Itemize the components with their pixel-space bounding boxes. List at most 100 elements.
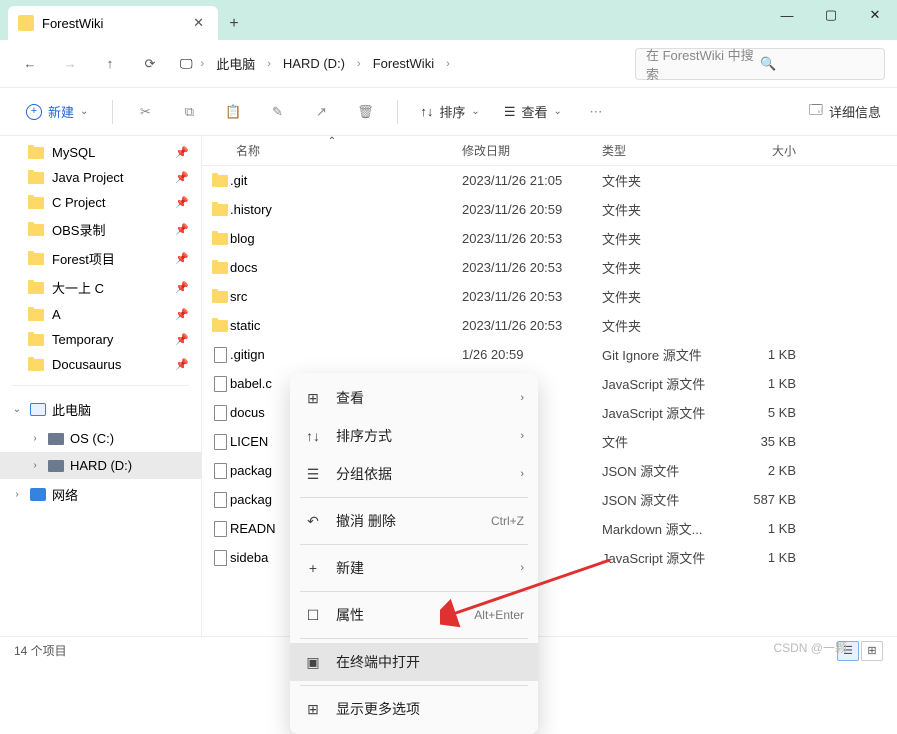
address-bar[interactable]: 🖵 › 此电脑 › HARD (D:) › ForestWiki ›	[172, 52, 631, 75]
paste-icon[interactable]: 📋	[215, 94, 251, 130]
file-size: 1 KB	[732, 347, 812, 362]
drive-icon	[48, 460, 64, 472]
forward-button[interactable]: →	[52, 46, 88, 82]
chevron-right-icon: ›	[520, 468, 524, 480]
file-row[interactable]: static2023/11/26 20:53文件夹	[202, 311, 897, 340]
context-menu: ⊞ 查看 › ↑↓ 排序方式 › ☰ 分组依据 › ↶ 撤消 删除 Ctrl+Z…	[290, 373, 538, 734]
ctx-new[interactable]: + 新建 ›	[290, 549, 538, 587]
sidebar-item[interactable]: Forest项目 📌	[0, 244, 201, 273]
pin-icon[interactable]: 📌	[175, 171, 189, 184]
pin-icon[interactable]: 📌	[175, 333, 189, 346]
grid-view-toggle[interactable]: ⊞	[861, 641, 883, 661]
new-tab-button[interactable]: +	[218, 8, 250, 40]
folder-icon	[212, 262, 228, 274]
file-date: 2023/11/26 20:59	[462, 202, 602, 217]
sidebar-item[interactable]: C Project📌	[0, 190, 201, 215]
sidebar-item[interactable]: A📌	[0, 302, 201, 327]
sidebar-item[interactable]: Temporary📌	[0, 327, 201, 352]
breadcrumb[interactable]: ForestWiki	[369, 54, 438, 73]
ctx-open-terminal[interactable]: ▣ 在终端中打开	[290, 643, 538, 681]
ctx-group[interactable]: ☰ 分组依据 ›	[290, 455, 538, 493]
search-input[interactable]: 在 ForestWiki 中搜索 🔍	[635, 48, 885, 80]
refresh-button[interactable]: ⟳	[132, 46, 168, 82]
file-row[interactable]: blog2023/11/26 20:53文件夹	[202, 224, 897, 253]
chevron-right-icon[interactable]: ›	[28, 460, 42, 471]
view-button[interactable]: ☰ 查看 ⌄	[496, 96, 570, 127]
column-date[interactable]: 修改日期	[462, 142, 602, 159]
file-type: JSON 源文件	[602, 461, 732, 480]
delete-icon[interactable]: 🗑	[347, 94, 383, 130]
file-row[interactable]: src2023/11/26 20:53文件夹	[202, 282, 897, 311]
pin-icon[interactable]: 📌	[175, 223, 189, 236]
sidebar-item-thispc[interactable]: ⌄ 此电脑	[0, 394, 201, 425]
rename-icon[interactable]: ✎	[259, 94, 295, 130]
sidebar: MySQL📌Java Project📌C Project📌OBS录制📌Fores…	[0, 136, 202, 636]
close-icon[interactable]: ✕	[189, 15, 208, 31]
file-row[interactable]: .git2023/11/26 21:05文件夹	[202, 166, 897, 195]
chevron-down-icon[interactable]: ⌄	[10, 404, 24, 415]
tab[interactable]: ForestWiki ✕	[8, 6, 218, 40]
sort-button[interactable]: ↑↓ 排序 ⌄	[412, 96, 487, 127]
view-icon: ☰	[504, 104, 516, 120]
chevron-right-icon: ›	[520, 430, 524, 442]
column-name[interactable]: ⌃ 名称	[202, 142, 462, 159]
file-date: 2023/11/26 20:53	[462, 231, 602, 246]
monitor-icon: 🖵	[180, 56, 193, 72]
up-button[interactable]: ↑	[92, 46, 128, 82]
close-button[interactable]: ✕	[853, 0, 897, 30]
back-button[interactable]: ←	[12, 46, 48, 82]
folder-icon	[28, 334, 44, 346]
ctx-properties[interactable]: ☐ 属性 Alt+Enter	[290, 596, 538, 634]
terminal-icon: ▣	[304, 653, 322, 671]
file-size: 1 KB	[732, 550, 812, 565]
minimize-button[interactable]: —	[765, 0, 809, 30]
file-date: 2023/11/26 20:53	[462, 260, 602, 275]
ctx-more-options[interactable]: ⊞ 显示更多选项	[290, 690, 538, 728]
file-name: static	[230, 318, 462, 333]
cut-icon[interactable]: ✂	[127, 94, 163, 130]
more-icon[interactable]: ⋯	[578, 94, 614, 130]
file-row[interactable]: .gitign1/26 20:59Git Ignore 源文件1 KB	[202, 340, 897, 369]
details-button[interactable]: 🗔 详细信息	[809, 101, 881, 123]
breadcrumb[interactable]: HARD (D:)	[279, 54, 349, 73]
chevron-right-icon[interactable]: ›	[10, 489, 24, 500]
file-icon	[214, 550, 227, 566]
file-date: 2023/11/26 20:53	[462, 318, 602, 333]
pin-icon[interactable]: 📌	[175, 358, 189, 371]
file-size: 35 KB	[732, 434, 812, 449]
sidebar-item-drive[interactable]: › OS (C:)	[0, 425, 201, 452]
pin-icon[interactable]: 📌	[175, 252, 189, 265]
column-size[interactable]: 大小	[732, 142, 812, 159]
file-icon	[214, 521, 227, 537]
folder-icon	[212, 320, 228, 332]
sidebar-item-network[interactable]: › 网络	[0, 479, 201, 510]
file-row[interactable]: .history2023/11/26 20:59文件夹	[202, 195, 897, 224]
toolbar: + 新建 ⌄ ✂ ⧉ 📋 ✎ ↗ 🗑 ↑↓ 排序 ⌄ ☰ 查看 ⌄ ⋯ 🗔 详细…	[0, 88, 897, 136]
copy-icon[interactable]: ⧉	[171, 94, 207, 130]
ctx-sort[interactable]: ↑↓ 排序方式 ›	[290, 417, 538, 455]
sidebar-item-drive[interactable]: › HARD (D:)	[0, 452, 201, 479]
chevron-right-icon[interactable]: ›	[28, 433, 42, 444]
sidebar-item[interactable]: 大一上 C📌	[0, 273, 201, 302]
file-icon	[214, 376, 227, 392]
pin-icon[interactable]: 📌	[175, 281, 189, 294]
ctx-undo[interactable]: ↶ 撤消 删除 Ctrl+Z	[290, 502, 538, 540]
maximize-button[interactable]: ▢	[809, 0, 853, 30]
sidebar-item[interactable]: Java Project📌	[0, 165, 201, 190]
sidebar-item[interactable]: Docusaurus📌	[0, 352, 201, 377]
file-name: .git	[230, 173, 462, 188]
pin-icon[interactable]: 📌	[175, 196, 189, 209]
file-row[interactable]: docs2023/11/26 20:53文件夹	[202, 253, 897, 282]
sidebar-item-label: Forest项目	[52, 249, 115, 268]
new-button[interactable]: + 新建 ⌄	[16, 96, 98, 127]
pin-icon[interactable]: 📌	[175, 146, 189, 159]
ctx-view[interactable]: ⊞ 查看 ›	[290, 379, 538, 417]
search-icon: 🔍	[760, 56, 874, 72]
sidebar-item[interactable]: OBS录制📌	[0, 215, 201, 244]
sidebar-item[interactable]: MySQL📌	[0, 140, 201, 165]
folder-icon	[28, 359, 44, 371]
share-icon[interactable]: ↗	[303, 94, 339, 130]
column-type[interactable]: 类型	[602, 142, 732, 159]
breadcrumb[interactable]: 此电脑	[212, 52, 259, 75]
pin-icon[interactable]: 📌	[175, 308, 189, 321]
